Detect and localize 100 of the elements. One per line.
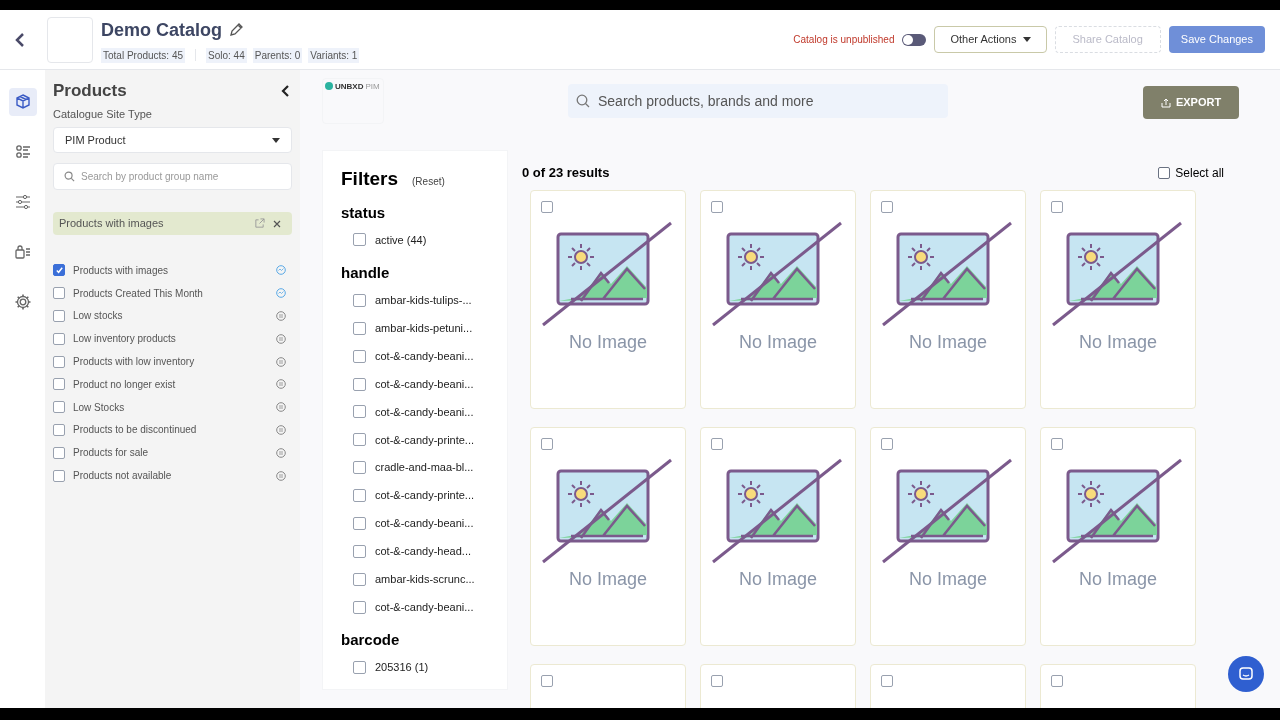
panel-title: Products <box>53 80 127 102</box>
list-icon <box>13 143 32 161</box>
no-image-icon <box>541 221 675 327</box>
stat-label: Total Products: 45 <box>101 47 186 63</box>
group-label[interactable]: Products with low inventory <box>73 354 268 370</box>
active-group-label: Products with images <box>59 216 165 232</box>
checkbox[interactable] <box>353 461 366 475</box>
checkbox[interactable] <box>53 446 65 459</box>
group-label[interactable]: Products with images <box>73 262 268 278</box>
group-label[interactable]: Products Created This Month <box>73 285 268 301</box>
site-type-dropdown[interactable]: PIM Product <box>53 127 292 153</box>
cube-icon <box>13 93 32 111</box>
filter-group-title: handle <box>341 262 391 283</box>
checkbox[interactable] <box>353 489 366 503</box>
collapse-icon[interactable] <box>280 83 290 98</box>
checkbox[interactable] <box>353 516 366 530</box>
checkbox[interactable] <box>353 349 366 363</box>
checkbox[interactable] <box>53 287 65 300</box>
filter-option-label[interactable]: active (44) <box>375 231 427 249</box>
checkbox[interactable] <box>53 401 65 414</box>
checkbox[interactable] <box>541 438 553 450</box>
filter-option-label[interactable]: cot-&-candy-printe... <box>375 487 475 504</box>
checkbox[interactable] <box>353 377 366 391</box>
checkbox[interactable] <box>353 321 366 335</box>
checkbox[interactable] <box>541 201 553 213</box>
filter-option-label[interactable]: cot-&-candy-head... <box>375 543 471 560</box>
sliders-icon <box>13 193 32 211</box>
filter-option-label[interactable]: ambar-kids-scrunc... <box>375 571 475 588</box>
publish-toggle[interactable] <box>902 33 927 46</box>
nav-tab[interactable] <box>8 88 37 116</box>
filter-option-label[interactable]: cot-&-candy-beani... <box>375 375 474 393</box>
back-icon[interactable] <box>14 31 26 48</box>
close-icon[interactable] <box>273 219 281 228</box>
group-label[interactable]: Low Stocks <box>73 399 268 415</box>
checkbox[interactable] <box>711 201 723 213</box>
group-label[interactable]: Low stocks <box>73 308 268 324</box>
open-external-icon[interactable] <box>254 218 265 229</box>
filter-option-label[interactable]: cradle-and-maa-bl... <box>375 459 474 476</box>
select-all-checkbox[interactable]: Select all <box>1158 164 1224 182</box>
filter-option-label[interactable]: cot-&-candy-beani... <box>375 403 474 421</box>
edit-icon[interactable] <box>228 22 245 38</box>
group-label[interactable]: Products to be discontinued <box>73 422 268 438</box>
no-image-caption: No Image <box>737 331 818 354</box>
minus-circle-icon <box>276 356 286 367</box>
checkbox[interactable] <box>53 332 65 345</box>
filter-option-label[interactable]: cot-&-candy-beani... <box>375 515 474 532</box>
filter-option-label[interactable]: cot-&-candy-beani... <box>375 347 474 365</box>
group-label[interactable]: Products not available <box>73 468 268 484</box>
minus-circle-icon <box>276 311 286 321</box>
checkbox[interactable] <box>353 233 366 247</box>
checkbox[interactable] <box>711 675 723 687</box>
checkbox[interactable] <box>353 600 366 614</box>
checkbox[interactable] <box>353 293 366 307</box>
search-input[interactable]: Search by product group name <box>81 164 281 189</box>
no-image-caption: No Image <box>1077 568 1158 591</box>
filter-option-label[interactable]: ambar-kids-tulips-... <box>375 292 472 309</box>
export-button[interactable]: EXPORT <box>1143 86 1239 119</box>
checkbox[interactable] <box>53 423 65 436</box>
group-label[interactable]: Low inventory products <box>73 331 268 347</box>
checkbox[interactable] <box>53 355 65 368</box>
filter-option-label[interactable]: ambar-kids-petuni... <box>375 319 473 337</box>
checkbox[interactable] <box>353 661 366 674</box>
filter-option-label[interactable]: cot-&-candy-beani... <box>375 598 474 616</box>
checkbox[interactable] <box>541 675 553 687</box>
group-label[interactable]: Product no longer exist <box>73 376 268 392</box>
no-image-caption: No Image <box>907 331 988 354</box>
checkbox[interactable] <box>353 544 366 558</box>
search-icon <box>576 94 590 108</box>
filter-option-label[interactable]: 205316 (1) <box>375 659 429 676</box>
no-image-icon <box>1051 221 1185 327</box>
checkbox[interactable] <box>353 572 366 586</box>
checkbox[interactable] <box>1051 675 1063 687</box>
minus-circle-icon <box>276 447 286 458</box>
checkbox[interactable] <box>1051 438 1063 450</box>
checkbox[interactable] <box>53 469 65 482</box>
checkbox[interactable] <box>881 675 893 687</box>
no-image-caption: No Image <box>1077 331 1158 354</box>
actions-dropdown-button[interactable]: Other Actions <box>934 26 1047 53</box>
group-label[interactable]: Products for sale <box>73 445 268 461</box>
reset-link[interactable]: (Reset) <box>412 174 445 189</box>
checkbox[interactable] <box>53 310 65 322</box>
catalog-thumbnail <box>47 16 93 63</box>
filter-option-label[interactable]: cot-&-candy-printe... <box>375 431 475 449</box>
wave-circle-icon <box>276 265 286 276</box>
logo-suffix: PIM <box>365 81 380 93</box>
checkbox[interactable] <box>881 201 893 213</box>
checkbox[interactable] <box>353 405 366 419</box>
filters-title: Filters <box>341 167 399 191</box>
checkbox[interactable] <box>53 264 65 277</box>
checkbox[interactable] <box>711 438 723 450</box>
no-image-caption: No Image <box>567 568 648 591</box>
group-search-field[interactable]: Search by product group name <box>53 163 292 190</box>
checkbox[interactable] <box>1051 201 1063 213</box>
checkbox[interactable] <box>881 438 893 450</box>
no-image-icon <box>711 458 845 564</box>
chat-icon <box>1238 666 1254 682</box>
checkbox[interactable] <box>353 433 366 447</box>
checkbox[interactable] <box>53 378 65 391</box>
minus-circle-icon <box>276 333 286 344</box>
minus-circle-icon <box>276 402 286 413</box>
